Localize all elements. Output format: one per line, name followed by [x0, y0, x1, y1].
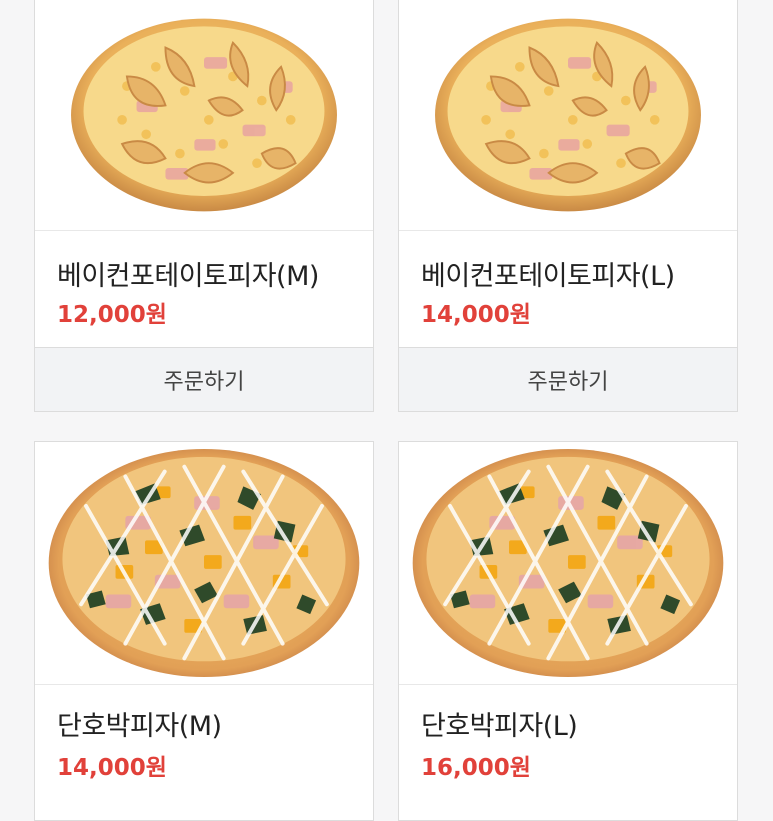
sweet-pumpkin-pizza-image — [410, 447, 726, 679]
product-name: 단호박피자(M) — [57, 711, 222, 742]
pizza-image[interactable] — [399, 0, 737, 231]
product-price: 16,000원 — [421, 755, 531, 781]
pizza-image[interactable] — [399, 442, 737, 685]
product-name: 베이컨포테이토피자(M) — [57, 261, 319, 292]
order-button[interactable]: 주문하기 — [35, 347, 373, 411]
product-name: 단호박피자(L) — [421, 711, 578, 742]
product-card[interactable]: 베이컨포테이토피자(L) 14,000원 주문하기 — [398, 0, 738, 412]
product-card[interactable]: 베이컨포테이토피자(M) 12,000원 주문하기 — [34, 0, 374, 412]
product-price: 14,000원 — [57, 755, 167, 781]
bacon-potato-pizza-image — [434, 17, 702, 212]
sweet-pumpkin-pizza-image — [46, 447, 362, 679]
order-button[interactable]: 주문하기 — [399, 347, 737, 411]
bacon-potato-pizza-image — [70, 17, 338, 212]
product-price: 14,000원 — [421, 302, 531, 328]
pizza-image[interactable] — [35, 442, 373, 685]
pizza-image[interactable] — [35, 0, 373, 231]
product-name: 베이컨포테이토피자(L) — [421, 261, 675, 292]
product-card[interactable]: 단호박피자(M) 14,000원 — [34, 441, 374, 821]
product-price: 12,000원 — [57, 302, 167, 328]
product-card[interactable]: 단호박피자(L) 16,000원 — [398, 441, 738, 821]
